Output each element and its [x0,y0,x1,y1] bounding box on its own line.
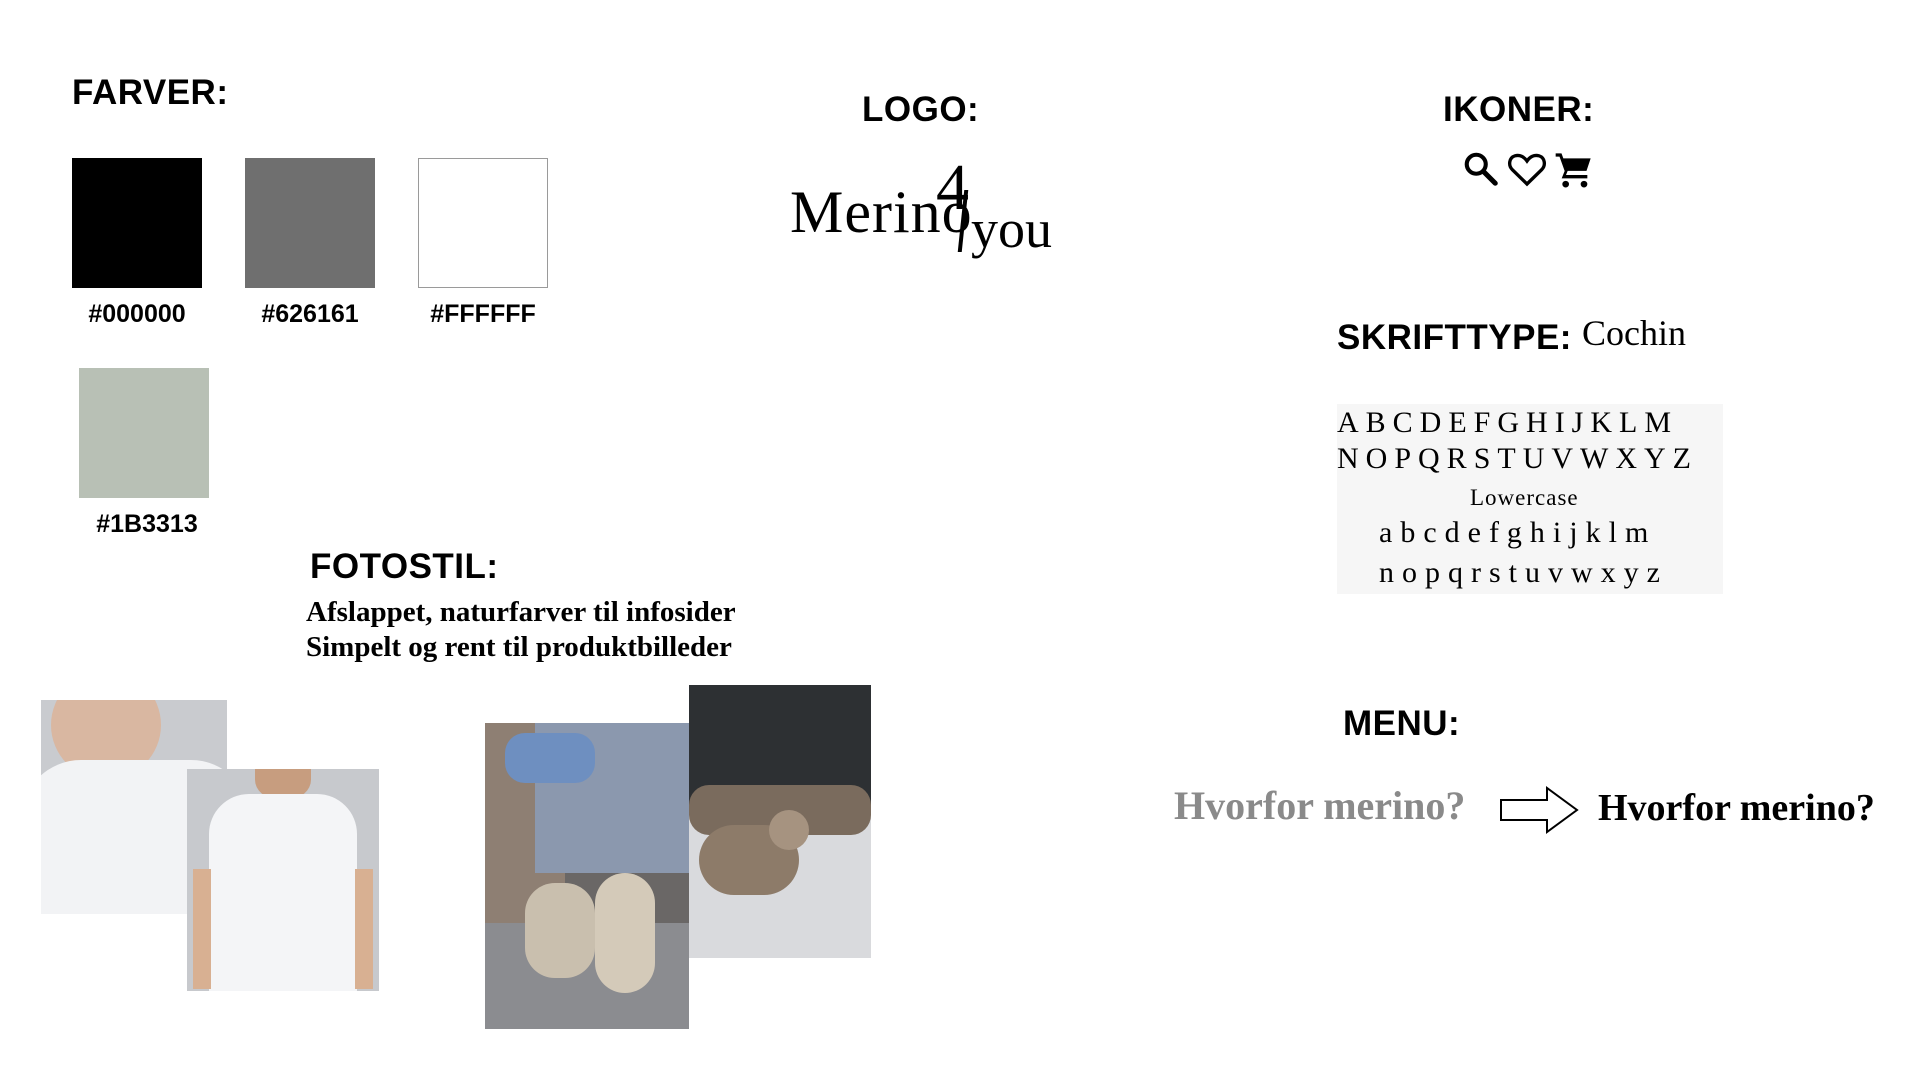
lowercase-row-2: nopqrstuvwxyz [1379,556,1668,589]
cart-icon [1555,153,1591,188]
swatch-gray [245,158,375,288]
logo-heading: LOGO: [862,90,980,129]
photo-socks-sock-2 [595,873,655,993]
photo-style-heading: FOTOSTIL: [310,547,499,586]
photo-tee-full [187,769,379,991]
photo-sheep [689,685,871,958]
swatch-black-label: #000000 [88,300,186,328]
logo: Merino 4 you [786,151,1066,260]
lowercase-label: Lowercase [1470,485,1579,510]
arrow-right-icon [1500,786,1579,834]
heart-icon [1508,153,1546,187]
uppercase-row-2: NOPQRSTUVWXYZ [1337,442,1698,475]
swatch-black [72,158,202,288]
swatch-gray-label: #626161 [261,300,359,328]
photo-socks [485,723,689,1029]
icons-heading: IKONER: [1443,90,1595,129]
colors-heading: FARVER: [72,73,229,112]
photo-socks-sleeve [505,733,595,783]
alphabet-sample: ABCDEFGHIJKLM NOPQRSTUVWXYZ Lowercase ab… [1337,404,1723,594]
photo-style-line-1: Afslappet, naturfarver til infosider [306,596,736,628]
swatch-white-label: #FFFFFF [430,300,536,328]
photo-tee-full-arm-right [355,869,373,989]
swatch-sage-label: #1B3313 [96,510,198,538]
swatch-sage [79,368,209,498]
menu-item-inactive[interactable]: Hvorfor merino? [1174,782,1465,829]
photo-socks-sock-1 [525,883,595,978]
uppercase-row-1: ABCDEFGHIJKLM [1337,406,1679,439]
photo-sheep-head [769,810,809,850]
photo-tee-full-shirt [209,794,357,991]
photo-tee-full-arm-left [193,869,211,989]
logo-text-you: you [971,199,1052,259]
lowercase-row-1: abcdefghijklm [1379,516,1657,549]
swatch-white [418,158,548,288]
typography-font-name: Cochin [1582,313,1686,353]
menu-heading: MENU: [1343,704,1461,743]
typography-heading: SKRIFTTYPE: [1337,318,1572,357]
menu-item-active[interactable]: Hvorfor merino? [1598,786,1875,830]
photo-style-line-2: Simpelt og rent til produktbilleder [306,631,732,663]
search-icon [1464,152,1498,186]
